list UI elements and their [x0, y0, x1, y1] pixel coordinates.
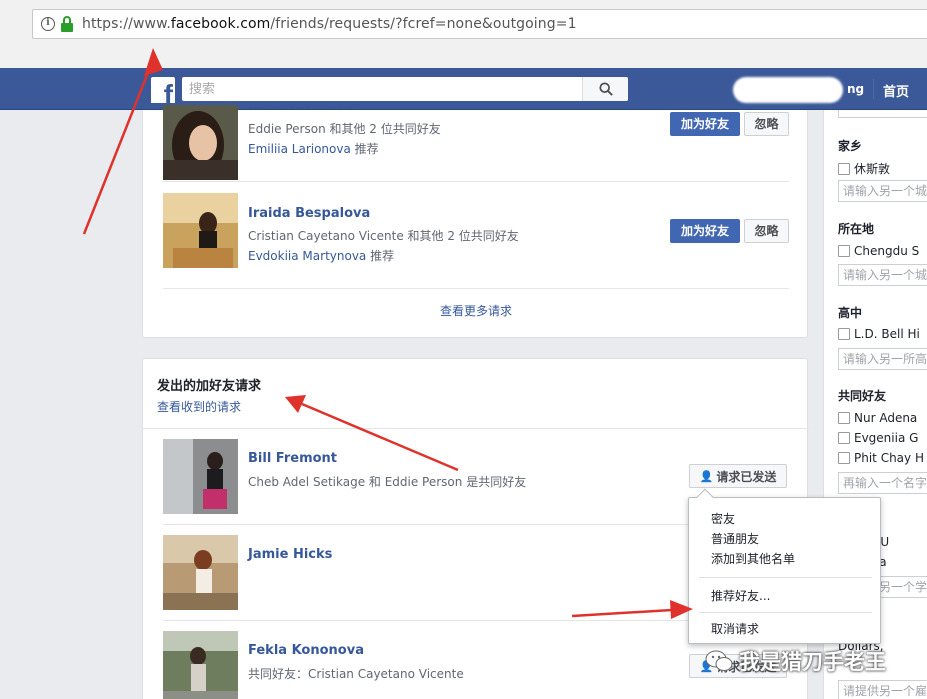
filter-input[interactable] [838, 110, 927, 118]
request-sent-button[interactable]: 👤 请求已发送 [689, 464, 787, 488]
hometown-option[interactable]: 休斯敦 [838, 160, 890, 177]
menu-item-add-to-list[interactable]: 添加到其他名单 [711, 550, 795, 567]
avatar[interactable] [163, 193, 238, 268]
see-more-requests-link[interactable]: 查看更多请求 [143, 302, 809, 319]
section-title: 发出的加好友请求 [157, 379, 262, 394]
request-row: Iraida Bespalova Cristian Cayetano Vicen… [163, 182, 789, 289]
search-button[interactable] [582, 77, 628, 101]
avatar[interactable] [163, 631, 238, 699]
user-name[interactable]: ng [847, 82, 864, 96]
checkbox[interactable] [838, 328, 850, 340]
url-prefix: https://www. [82, 16, 171, 32]
person-name[interactable]: Bill Fremont [248, 451, 337, 466]
person-name[interactable]: Jamie Hicks [248, 547, 332, 562]
person-name[interactable]: Iuliia Tarasova [248, 107, 354, 113]
menu-divider [699, 577, 872, 578]
add-friend-button[interactable]: 加为好友 [670, 219, 740, 243]
info-icon[interactable]: i [41, 17, 55, 31]
menu-item-suggest-friends[interactable]: 推荐好友... [711, 587, 770, 604]
nav-divider [873, 79, 874, 99]
employer-input[interactable]: 请提供另一个雇 [838, 680, 927, 699]
option-label: Evgeniia G [854, 431, 919, 445]
request-sent-label: 请求已发送 [716, 469, 777, 484]
mutual-friends-text[interactable]: 共同好友：Cristian Cayetano Vicente [248, 665, 464, 682]
search-box[interactable] [182, 77, 628, 101]
url-path: /friends/requests/?fcref=none&outgoing=1 [270, 16, 577, 32]
add-friend-button[interactable]: 加为好友 [670, 112, 740, 136]
option-label: 休斯敦 [854, 162, 891, 176]
recommend-suffix: 推荐 [354, 142, 379, 156]
menu-divider [699, 612, 872, 613]
address-bar[interactable]: i https://www.facebook.com/friends/reque… [32, 9, 927, 39]
wechat-icon [705, 650, 733, 671]
incoming-requests-card: Iuliia Tarasova Eddie Person 和其他 2 位共同好友… [142, 105, 809, 338]
home-link[interactable]: 首页 [883, 81, 909, 100]
high-school-input[interactable]: 请输入另一所高 [838, 348, 927, 370]
browser-toolbar: i https://www.facebook.com/friends/reque… [0, 0, 927, 68]
search-icon [598, 82, 613, 96]
option-label: Chengdu S [854, 244, 920, 258]
url-host: facebook.com [170, 16, 271, 32]
ignore-button[interactable]: 忽略 [744, 219, 789, 243]
person-name[interactable]: Fekla Kononova [248, 643, 364, 658]
recommended-by-text: Emiliia Larionova 推荐 [248, 140, 379, 157]
mutual-friends-title: 共同好友 [838, 389, 887, 403]
mutual-friend-option[interactable]: Nur Adena [838, 411, 917, 425]
lock-icon [60, 16, 74, 32]
person-name[interactable]: Iraida Bespalova [248, 206, 370, 221]
current-city-input[interactable]: 请输入另一个城 [838, 264, 927, 286]
option-label: Phit Chay H [854, 451, 924, 465]
option-label: Nur Adena [854, 411, 918, 425]
mutual-friend-option[interactable]: Evgeniia G [838, 431, 918, 445]
option-label: L.D. Bell Hi [854, 327, 920, 341]
menu-item-close-friends[interactable]: 密友 [711, 510, 735, 527]
checkbox[interactable] [838, 432, 850, 444]
view-received-requests-link[interactable]: 查看收到的请求 [157, 398, 241, 415]
menu-item-cancel-request[interactable]: 取消请求 [711, 620, 759, 637]
avatar[interactable] [163, 535, 238, 610]
current-city-title: 所在地 [838, 222, 875, 236]
request-row: Iuliia Tarasova Eddie Person 和其他 2 位共同好友… [163, 100, 789, 182]
hometown-input[interactable]: 请输入另一个城 [838, 180, 927, 202]
mutual-friends-text[interactable]: Cheb Adel Setikage 和 Eddie Person 是共同好友 [248, 473, 526, 490]
ignore-button[interactable]: 忽略 [744, 112, 789, 136]
mutual-friends-text[interactable]: Eddie Person 和其他 2 位共同好友 [248, 120, 441, 137]
recommend-suffix: 推荐 [370, 249, 395, 263]
checkbox[interactable] [838, 412, 850, 424]
recommended-by-text: Evdokiia Martynova 推荐 [248, 247, 394, 264]
current-city-option[interactable]: Chengdu S [838, 244, 919, 258]
watermark: 我是猎刀手老王 [705, 646, 886, 676]
recommender-link[interactable]: Evdokiia Martynova [248, 249, 366, 263]
checkbox[interactable] [838, 245, 850, 257]
search-input[interactable] [189, 81, 579, 97]
high-school-title: 高中 [838, 306, 863, 320]
mutual-friend-input[interactable]: 再输入一个名字 [838, 472, 927, 494]
menu-item-acquaintances[interactable]: 普通朋友 [711, 530, 759, 547]
checkbox[interactable] [838, 452, 850, 464]
url-text[interactable]: https://www.facebook.com/friends/request… [82, 16, 577, 32]
checkbox[interactable] [838, 162, 850, 175]
avatar[interactable] [163, 439, 238, 514]
add-person-icon: 👤 [699, 469, 714, 483]
friend-request-menu: 密友 普通朋友 添加到其他名单 推荐好友... 取消请求 [688, 488, 881, 644]
recommender-link[interactable]: Emiliia Larionova [248, 142, 351, 156]
watermark-text: 我是猎刀手老王 [739, 650, 886, 674]
hometown-title: 家乡 [838, 139, 863, 153]
mutual-friends-text[interactable]: Cristian Cayetano Vicente 和其他 2 位共同好友 [248, 227, 519, 244]
high-school-option[interactable]: L.D. Bell Hi [838, 327, 920, 341]
mutual-friend-option[interactable]: Phit Chay H [838, 451, 924, 465]
avatar[interactable] [163, 105, 238, 180]
